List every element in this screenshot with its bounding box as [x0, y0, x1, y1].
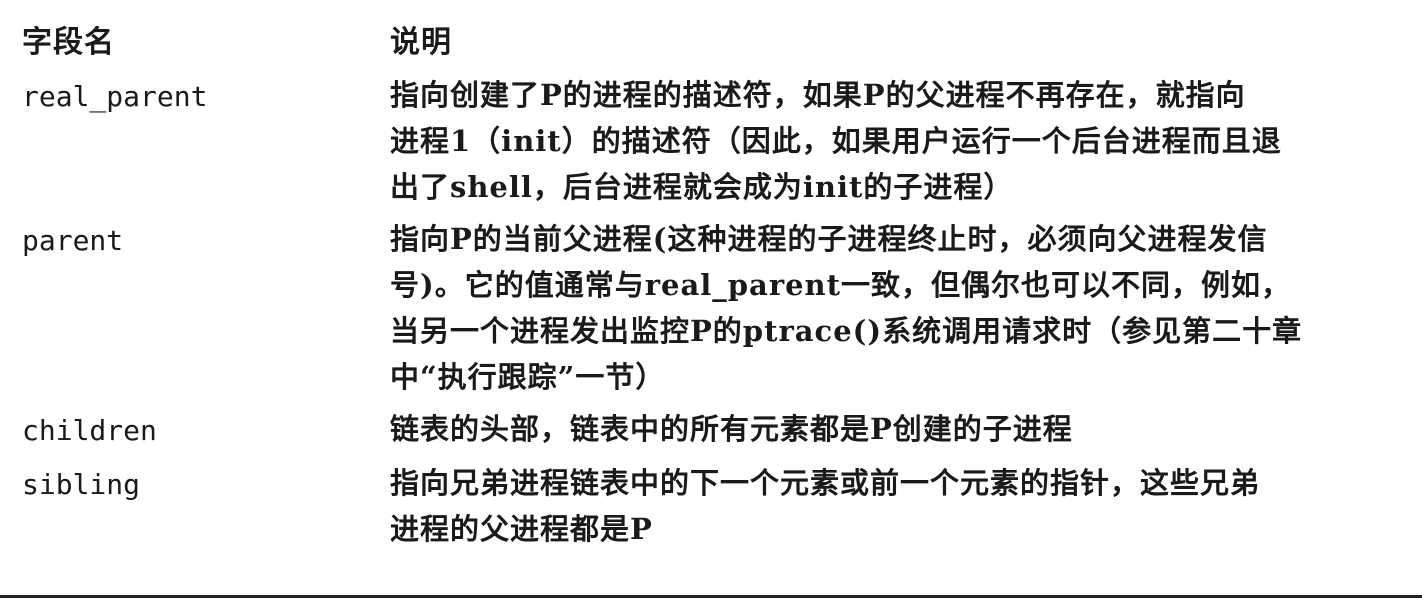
table-row: sibling 指向兄弟进程链表中的下一个元素或前一个元素的指针，这些兄弟 进程…: [22, 460, 1420, 552]
table-row: parent 指向P的当前父进程(这种进程的子进程终止时，必须向父进程发信 号)…: [22, 216, 1420, 400]
description-line: 链表的头部，链表中的所有元素都是P创建的子进程: [390, 412, 1073, 446]
description-line: 指向创建了P的进程的描述符，如果P的父进程不再存在，就指向: [390, 78, 1246, 112]
field-name-cell: children: [22, 414, 157, 447]
header-description: 说明: [390, 25, 452, 60]
header-field-name: 字段名: [22, 25, 115, 60]
description-cell: 链表的头部，链表中的所有元素都是P创建的子进程: [390, 406, 1420, 452]
description-line: 指向P的当前父进程(这种进程的子进程终止时，必须向父进程发信: [390, 222, 1268, 256]
field-name-cell: real_parent: [22, 80, 208, 113]
table-row: children 链表的头部，链表中的所有元素都是P创建的子进程: [22, 406, 1420, 454]
process-fields-table: 字段名 说明 real_parent 指向创建了P的进程的描述符，如果P的父进程…: [22, 6, 1420, 552]
description-cell: 指向P的当前父进程(这种进程的子进程终止时，必须向父进程发信 号)。它的值通常与…: [390, 216, 1420, 400]
description-line: 中“执行跟踪”一节）: [390, 360, 666, 394]
description-line: 当另一个进程发出监控P的ptrace()系统调用请求时（参见第二十章: [390, 314, 1303, 348]
description-cell: 指向创建了P的进程的描述符，如果P的父进程不再存在，就指向 进程1（init）的…: [390, 72, 1420, 210]
table-header-row: 字段名 说明: [22, 6, 1420, 72]
table-bottom-rule: [0, 595, 1422, 598]
description-line: 出了shell，后台进程就会成为init的子进程）: [390, 170, 1014, 204]
field-name-cell: parent: [22, 224, 124, 257]
field-name-cell: sibling: [22, 468, 141, 501]
description-line: 指向兄弟进程链表中的下一个元素或前一个元素的指针，这些兄弟: [390, 466, 1261, 500]
description-line: 进程的父进程都是P: [390, 512, 653, 546]
table-row: real_parent 指向创建了P的进程的描述符，如果P的父进程不再存在，就指…: [22, 72, 1420, 210]
description-cell: 指向兄弟进程链表中的下一个元素或前一个元素的指针，这些兄弟 进程的父进程都是P: [390, 460, 1420, 552]
description-line: 进程1（init）的描述符（因此，如果用户运行一个后台进程而且退: [390, 124, 1282, 158]
description-line: 号)。它的值通常与real_parent一致，但偶尔也可以不同，例如，: [390, 268, 1292, 302]
